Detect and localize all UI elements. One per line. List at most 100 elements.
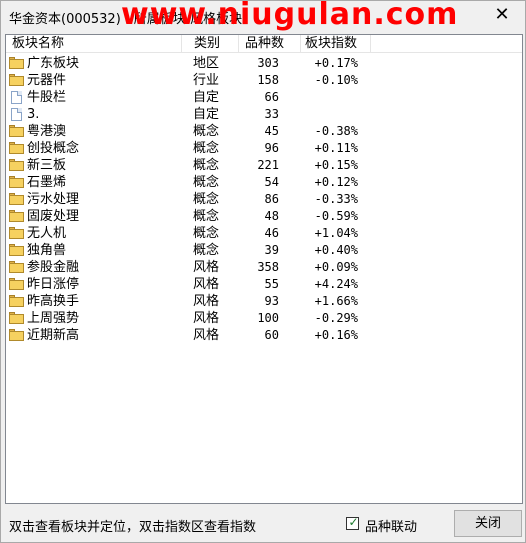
sector-type: 概念 bbox=[193, 175, 220, 190]
sector-name: 新三板 bbox=[27, 158, 67, 173]
sector-count: 48 bbox=[264, 209, 279, 223]
sector-name: 石墨烯 bbox=[27, 175, 67, 190]
folder-icon bbox=[9, 210, 24, 222]
checkmark-icon: ✓ bbox=[348, 515, 359, 529]
column-header-name[interactable]: 板块名称 bbox=[6, 35, 182, 53]
sector-name: 昨日涨停 bbox=[27, 277, 80, 292]
sector-type: 概念 bbox=[193, 226, 220, 241]
sector-count: 96 bbox=[264, 141, 279, 155]
sector-index bbox=[302, 106, 358, 123]
folder-icon bbox=[9, 193, 24, 205]
sector-name: 昨高换手 bbox=[27, 294, 80, 309]
table-row[interactable]: 近期新高 风格 60 +0.16% bbox=[6, 327, 522, 344]
table-row[interactable]: 石墨烯 概念 54 +0.12% bbox=[6, 174, 522, 191]
table-row[interactable]: 上周强势 风格 100 -0.29% bbox=[6, 310, 522, 327]
sector-type: 概念 bbox=[193, 124, 220, 139]
sector-type: 概念 bbox=[193, 209, 220, 224]
sector-type: 风格 bbox=[193, 294, 220, 309]
sector-count: 158 bbox=[257, 73, 279, 87]
table-row[interactable]: 参股金融 风格 358 +0.09% bbox=[6, 259, 522, 276]
sector-name: 污水处理 bbox=[27, 192, 80, 207]
sector-count: 358 bbox=[257, 260, 279, 274]
column-header-index[interactable]: 板块指数 bbox=[301, 35, 371, 53]
hint-text: 双击查看板块并定位，双击指数区查看指数 bbox=[9, 520, 257, 535]
sector-type: 概念 bbox=[193, 243, 220, 258]
table-row[interactable]: 昨高换手 风格 93 +1.66% bbox=[6, 293, 522, 310]
sector-count: 100 bbox=[257, 311, 279, 325]
dialog-window: 华金资本(000532) - 所属板块/风格板块 ✕ www.niugulan.… bbox=[0, 0, 526, 543]
column-header-type[interactable]: 类别 bbox=[182, 35, 239, 53]
list-rows: 广东板块 地区 303 +0.17% 元器件 行业 158 -0.10% 牛股栏 自定 66 3. 自定… bbox=[6, 55, 522, 344]
sector-count: 86 bbox=[264, 192, 279, 206]
folder-icon bbox=[9, 227, 24, 239]
folder-icon bbox=[9, 57, 24, 69]
sector-type: 概念 bbox=[193, 141, 220, 156]
sector-count: 303 bbox=[257, 56, 279, 70]
sector-type: 风格 bbox=[193, 328, 220, 343]
checkbox-label: 品种联动 bbox=[365, 520, 418, 535]
sector-index: +0.09% bbox=[314, 260, 358, 274]
sector-type: 自定 bbox=[193, 107, 220, 122]
sector-name: 近期新高 bbox=[27, 328, 80, 343]
sector-index: -0.38% bbox=[314, 124, 358, 138]
checkbox-box[interactable]: ✓ bbox=[346, 515, 359, 530]
table-row[interactable]: 广东板块 地区 303 +0.17% bbox=[6, 55, 522, 72]
sector-index: +0.11% bbox=[314, 141, 358, 155]
document-icon bbox=[9, 91, 24, 104]
table-row[interactable]: 元器件 行业 158 -0.10% bbox=[6, 72, 522, 89]
sector-name: 无人机 bbox=[27, 226, 67, 241]
sector-name: 固废处理 bbox=[27, 209, 80, 224]
sector-index: +0.15% bbox=[314, 158, 358, 172]
folder-icon bbox=[9, 312, 24, 324]
table-row[interactable]: 新三板 概念 221 +0.15% bbox=[6, 157, 522, 174]
sector-index: +0.16% bbox=[314, 328, 358, 342]
folder-icon bbox=[9, 142, 24, 154]
close-button[interactable]: 关闭 bbox=[454, 510, 522, 537]
folder-icon bbox=[9, 329, 24, 341]
sector-type: 地区 bbox=[193, 56, 220, 71]
sector-name: 牛股栏 bbox=[27, 90, 67, 105]
sector-type: 风格 bbox=[193, 311, 220, 326]
sector-index: +0.12% bbox=[314, 175, 358, 189]
table-row[interactable]: 固废处理 概念 48 -0.59% bbox=[6, 208, 522, 225]
sector-list[interactable]: 板块名称 类别 品种数 板块指数 广东板块 地区 303 +0.17% 元器件 行业 158… bbox=[5, 34, 523, 504]
sector-count: 39 bbox=[264, 243, 279, 257]
list-header: 板块名称 类别 品种数 板块指数 bbox=[6, 35, 522, 53]
sector-type: 风格 bbox=[193, 277, 220, 292]
table-row[interactable]: 无人机 概念 46 +1.04% bbox=[6, 225, 522, 242]
table-row[interactable]: 牛股栏 自定 66 bbox=[6, 89, 522, 106]
folder-icon bbox=[9, 295, 24, 307]
sector-type: 概念 bbox=[193, 192, 220, 207]
sector-count: 221 bbox=[257, 158, 279, 172]
table-row[interactable]: 昨日涨停 风格 55 +4.24% bbox=[6, 276, 522, 293]
sector-index: -0.10% bbox=[314, 73, 358, 87]
sector-type: 风格 bbox=[193, 260, 220, 275]
column-header-count[interactable]: 品种数 bbox=[239, 35, 301, 53]
close-icon[interactable]: ✕ bbox=[493, 6, 511, 24]
folder-icon bbox=[9, 261, 24, 273]
title-bar[interactable]: 华金资本(000532) - 所属板块/风格板块 ✕ bbox=[1, 1, 525, 31]
sector-count: 93 bbox=[264, 294, 279, 308]
sector-index: +0.17% bbox=[314, 56, 358, 70]
table-row[interactable]: 污水处理 概念 86 -0.33% bbox=[6, 191, 522, 208]
sector-name: 3. bbox=[27, 107, 40, 122]
sector-count: 33 bbox=[264, 107, 279, 121]
sector-type: 行业 bbox=[193, 73, 220, 88]
sector-name: 广东板块 bbox=[27, 56, 80, 71]
sector-index: -0.29% bbox=[314, 311, 358, 325]
table-row[interactable]: 创投概念 概念 96 +0.11% bbox=[6, 140, 522, 157]
sector-count: 66 bbox=[264, 90, 279, 104]
table-row[interactable]: 3. 自定 33 bbox=[6, 106, 522, 123]
sector-index bbox=[302, 89, 358, 106]
sector-index: +4.24% bbox=[314, 277, 358, 291]
sector-name: 元器件 bbox=[27, 73, 67, 88]
sector-count: 55 bbox=[264, 277, 279, 291]
sector-name: 参股金融 bbox=[27, 260, 80, 275]
folder-icon bbox=[9, 278, 24, 290]
table-row[interactable]: 粤港澳 概念 45 -0.38% bbox=[6, 123, 522, 140]
folder-icon bbox=[9, 74, 24, 86]
document-icon bbox=[9, 108, 24, 121]
table-row[interactable]: 独角兽 概念 39 +0.40% bbox=[6, 242, 522, 259]
sector-count: 60 bbox=[264, 328, 279, 342]
sector-index: +1.04% bbox=[314, 226, 358, 240]
